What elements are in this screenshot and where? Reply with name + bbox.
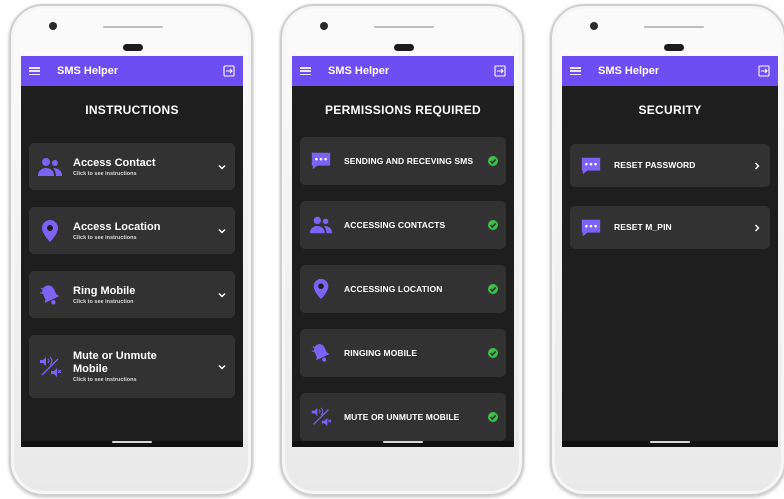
phone-frame-instructions: SMS Helper INSTRUCTIONS Access Contact C…: [9, 4, 253, 496]
logout-icon[interactable]: [223, 65, 235, 77]
chevron-right-icon[interactable]: [752, 223, 762, 233]
location-icon: [37, 218, 63, 244]
security-item-reset-mpin[interactable]: RESET M_PIN: [570, 206, 770, 249]
location-icon: [308, 276, 334, 302]
item-title: Ring Mobile: [73, 284, 136, 297]
check-icon: [488, 220, 498, 230]
instruction-item-mute[interactable]: Mute or Unmute Mobile Click to see instr…: [29, 335, 235, 398]
instruction-item-contact[interactable]: Access Contact Click to see instructions: [29, 143, 235, 190]
menu-icon[interactable]: [570, 67, 581, 75]
item-subtitle: Click to see instructions: [73, 170, 137, 177]
check-icon: [488, 284, 498, 294]
screen-security: SMS Helper SECURITY RESET PASSWORD RESET…: [562, 56, 778, 447]
contacts-icon: [308, 212, 334, 238]
check-icon: [488, 348, 498, 358]
camera: [49, 22, 57, 30]
app-title: SMS Helper: [598, 65, 660, 77]
permission-item-ringing[interactable]: RINGING MOBILE: [300, 329, 506, 377]
item-title: SENDING AND RECEVING SMS: [344, 155, 474, 166]
earpiece: [123, 44, 143, 51]
home-indicator[interactable]: [383, 441, 423, 443]
item-title-line2: Mobile: [73, 363, 108, 375]
security-item-reset-password[interactable]: RESET PASSWORD: [570, 144, 770, 187]
check-icon: [488, 156, 498, 166]
item-title: Access Location: [73, 220, 161, 233]
permission-item-location[interactable]: ACCESSING LOCATION: [300, 265, 506, 313]
menu-icon[interactable]: [29, 67, 40, 75]
page-title: SECURITY: [638, 103, 702, 117]
phone-frame-permissions: SMS Helper PERMISSIONS REQUIRED SENDING …: [280, 4, 524, 496]
speaker-grille: [644, 26, 704, 28]
item-subtitle: Click to see instructions: [73, 234, 137, 241]
item-title: ACCESSING LOCATION: [344, 283, 443, 294]
screen-permissions: SMS Helper PERMISSIONS REQUIRED SENDING …: [292, 56, 514, 447]
home-indicator[interactable]: [650, 441, 690, 443]
app-bar: SMS Helper: [292, 56, 514, 86]
item-title-line1: Mute or Unmute: [73, 350, 157, 362]
permission-item-sms[interactable]: SENDING AND RECEVING SMS: [300, 137, 506, 185]
home-indicator[interactable]: [112, 441, 152, 443]
message-icon: [308, 148, 334, 174]
menu-icon[interactable]: [300, 67, 311, 75]
app-bar: SMS Helper: [21, 56, 243, 86]
permission-item-contacts[interactable]: ACCESSING CONTACTS: [300, 201, 506, 249]
app-title: SMS Helper: [57, 65, 119, 77]
camera: [590, 22, 598, 30]
speaker-grille: [374, 26, 434, 28]
speaker-grille: [103, 26, 163, 28]
item-title: ACCESSING CONTACTS: [344, 219, 446, 230]
mute-toggle-icon: [37, 354, 63, 380]
chevron-right-icon[interactable]: [752, 161, 762, 171]
mute-toggle-icon: [308, 404, 334, 430]
logout-icon[interactable]: [494, 65, 506, 77]
earpiece: [664, 44, 684, 51]
bell-icon: [37, 282, 63, 308]
item-title: Access Contact: [73, 156, 156, 169]
message-icon: [578, 215, 604, 241]
logout-icon[interactable]: [758, 65, 770, 77]
chevron-down-icon[interactable]: [217, 290, 227, 300]
chevron-down-icon[interactable]: [217, 162, 227, 172]
check-icon: [488, 412, 498, 422]
phone-frame-security: SMS Helper SECURITY RESET PASSWORD RESET…: [550, 4, 784, 496]
earpiece: [394, 44, 414, 51]
instruction-item-ring[interactable]: Ring Mobile Click to see instruction: [29, 271, 235, 318]
app-bar: SMS Helper: [562, 56, 778, 86]
bell-icon: [308, 340, 334, 366]
contacts-icon: [37, 154, 63, 180]
item-subtitle: Click to see instruction: [73, 298, 134, 305]
message-icon: [578, 153, 604, 179]
chevron-down-icon[interactable]: [217, 362, 227, 372]
item-subtitle: Click to see instructions: [73, 377, 137, 383]
item-title: RESET M_PIN: [614, 222, 672, 232]
permission-item-mute[interactable]: MUTE OR UNMUTE MOBILE: [300, 393, 506, 441]
instruction-item-location[interactable]: Access Location Click to see instruction…: [29, 207, 235, 254]
item-title: MUTE OR UNMUTE MOBILE: [344, 411, 460, 422]
app-title: SMS Helper: [328, 65, 390, 77]
screen-instructions: SMS Helper INSTRUCTIONS Access Contact C…: [21, 56, 243, 447]
page-title: INSTRUCTIONS: [85, 103, 179, 117]
camera: [320, 22, 328, 30]
page-title: PERMISSIONS REQUIRED: [324, 103, 482, 117]
item-title: RINGING MOBILE: [344, 347, 418, 358]
chevron-down-icon[interactable]: [217, 226, 227, 236]
item-title: RESET PASSWORD: [614, 160, 696, 170]
